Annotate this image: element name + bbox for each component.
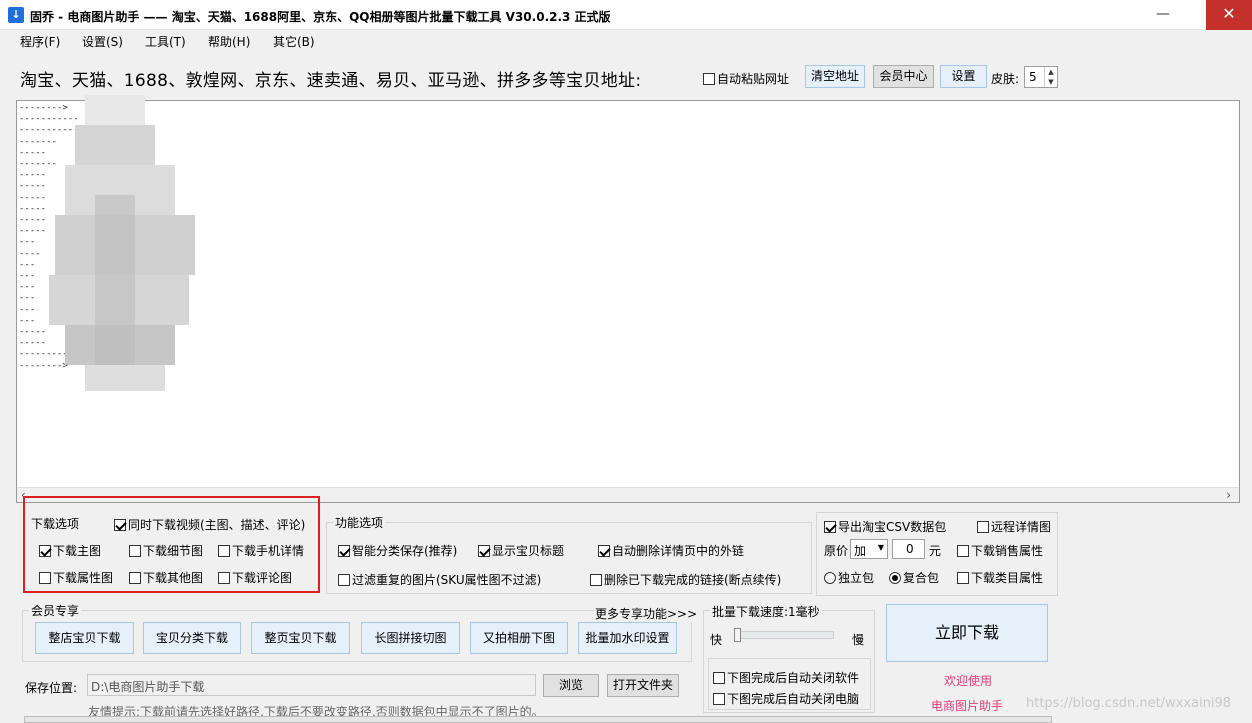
menu-tools[interactable]: 工具(T) <box>145 33 186 50</box>
menu-other[interactable]: 其它(B) <box>273 33 315 50</box>
more-features-link[interactable]: 更多专享功能>>> <box>594 605 699 622</box>
price-input[interactable]: 0 <box>892 539 925 559</box>
menu-program[interactable]: 程序(F) <box>20 33 60 50</box>
close-button[interactable]: ✕ <box>1206 0 1252 30</box>
filter-duplicate-checkbox[interactable]: 过滤重复的图片(SKU属性图不过滤) <box>338 571 541 588</box>
checkbox-label: 自动粘贴网址 <box>717 72 790 86</box>
redacted-blur <box>35 95 195 391</box>
url-label: 淘宝、天猫、1688、敦煌网、京东、速卖通、易贝、亚马逊、拼多多等宝贝地址: <box>20 71 642 91</box>
auto-delete-links-checkbox[interactable]: 自动删除详情页中的外链 <box>598 542 744 559</box>
speed-fast-label: 快 <box>710 633 723 647</box>
speed-slider-track[interactable] <box>736 631 834 639</box>
spinner-arrows-icon[interactable]: ▲ ▼ <box>1044 67 1057 87</box>
title-bar: ↓ 固乔 - 电商图片助手 —— 淘宝、天猫、1688阿里、京东、QQ相册等图片… <box>0 0 1252 30</box>
remote-detail-checkbox[interactable]: 远程详情图 <box>977 518 1051 535</box>
watermark: https://blog.csdn.net/wxxaini98 <box>1026 696 1232 711</box>
whole-page-download-button[interactable]: 整页宝贝下载 <box>251 622 350 654</box>
status-bar <box>24 716 1052 723</box>
long-image-split-button[interactable]: 长图拼接切图 <box>361 622 460 654</box>
export-csv-checkbox[interactable]: 导出淘宝CSV数据包 <box>824 518 946 535</box>
checkbox-box[interactable] <box>703 72 715 85</box>
combo-package-radio[interactable]: 复合包 <box>889 569 939 586</box>
price-label: 原价 <box>824 544 849 558</box>
show-title-checkbox[interactable]: 显示宝贝标题 <box>478 542 564 559</box>
skin-spinner[interactable]: 5 ▲ ▼ <box>1024 66 1058 88</box>
download-icon: ↓ <box>8 7 24 23</box>
speed-slow-label: 慢 <box>852 633 865 647</box>
function-options-legend: 功能选项 <box>333 514 386 531</box>
speed-slider-thumb[interactable] <box>734 628 741 642</box>
window-title: 固乔 - 电商图片助手 —— 淘宝、天猫、1688阿里、京东、QQ相册等图片批量… <box>30 10 611 24</box>
menu-bar: 程序(F) 设置(S) 工具(T) 帮助(H) 其它(B) <box>0 30 1252 52</box>
skin-label: 皮肤: <box>991 72 1020 86</box>
price-unit: 元 <box>929 544 942 558</box>
speed-legend: 批量下载速度:1毫秒 <box>710 603 822 620</box>
minimize-button[interactable]: — <box>1140 0 1186 30</box>
save-path-input[interactable]: D:\电商图片助手下载 <box>87 674 536 696</box>
menu-settings[interactable]: 设置(S) <box>82 33 123 50</box>
single-package-radio[interactable]: 独立包 <box>824 569 874 586</box>
open-folder-button[interactable]: 打开文件夹 <box>607 674 679 697</box>
scroll-right-icon[interactable]: › <box>1226 488 1231 502</box>
youpai-album-button[interactable]: 又拍相册下图 <box>470 622 568 654</box>
smart-save-checkbox[interactable]: 智能分类保存(推荐) <box>338 542 457 559</box>
clear-address-button[interactable]: 清空地址 <box>805 65 865 88</box>
settings-button[interactable]: 设置 <box>940 65 987 88</box>
price-operator-select[interactable]: 加 ▼ <box>850 539 888 559</box>
batch-watermark-button[interactable]: 批量加水印设置 <box>578 622 677 654</box>
category-attr-checkbox[interactable]: 下载类目属性 <box>957 569 1043 586</box>
url-textarea[interactable]: --------> ----------- ----------- ------… <box>16 95 1240 503</box>
download-now-button[interactable]: 立即下载 <box>886 604 1048 662</box>
skin-value: 5 <box>1029 70 1037 84</box>
chevron-down-icon: ▼ <box>877 543 884 552</box>
menu-help[interactable]: 帮助(H) <box>208 33 250 50</box>
member-legend: 会员专享 <box>29 602 82 619</box>
auto-close-software-checkbox[interactable]: 下图完成后自动关闭软件 <box>713 669 859 686</box>
category-download-button[interactable]: 宝贝分类下载 <box>143 622 241 654</box>
browse-button[interactable]: 浏览 <box>543 674 599 697</box>
save-location-label: 保存位置: <box>25 681 78 695</box>
auto-paste-checkbox[interactable]: 自动粘贴网址 <box>703 70 789 87</box>
delete-done-links-checkbox[interactable]: 删除已下载完成的链接(断点续传) <box>590 571 781 588</box>
auto-close-pc-checkbox[interactable]: 下图完成后自动关闭电脑 <box>713 690 859 707</box>
member-center-button[interactable]: 会员中心 <box>873 65 934 88</box>
sales-attr-checkbox[interactable]: 下载销售属性 <box>957 542 1043 559</box>
whole-shop-download-button[interactable]: 整店宝贝下载 <box>35 622 134 654</box>
highlight-box <box>23 496 320 593</box>
welcome-text: 欢迎使用 <box>944 674 993 688</box>
app-name-text: 电商图片助手 <box>931 699 1004 713</box>
